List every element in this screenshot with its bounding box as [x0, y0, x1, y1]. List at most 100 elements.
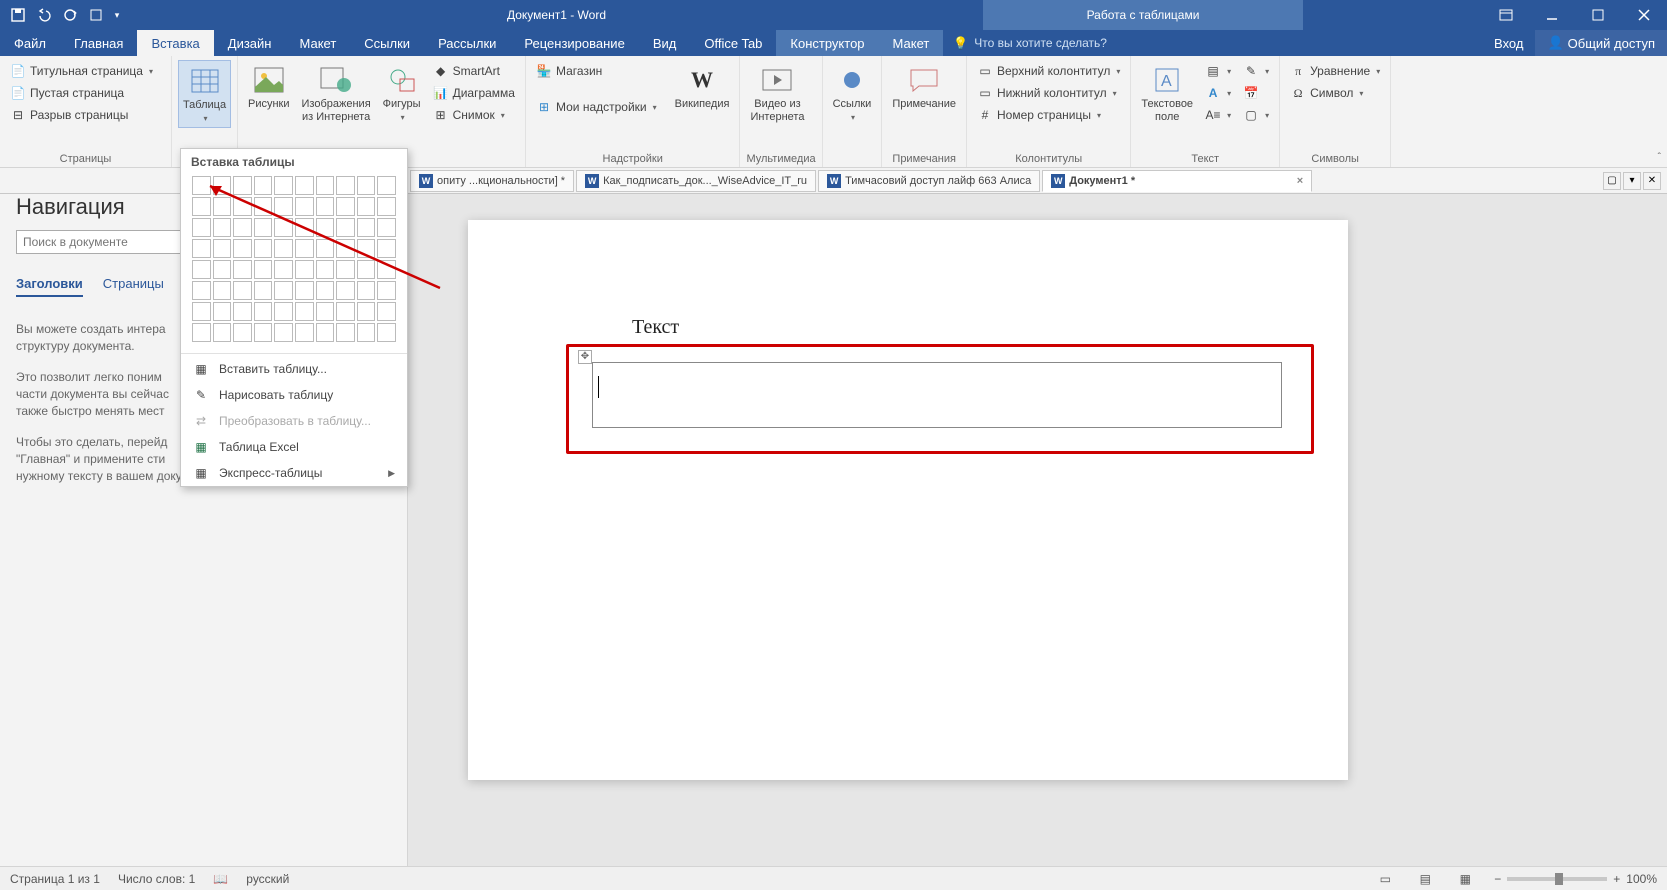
grid-cell[interactable]: [295, 239, 314, 258]
grid-cell[interactable]: [213, 281, 232, 300]
grid-cell[interactable]: [357, 260, 376, 279]
grid-cell[interactable]: [213, 218, 232, 237]
grid-cell[interactable]: [274, 323, 293, 342]
grid-cell[interactable]: [274, 239, 293, 258]
sign-in-button[interactable]: Вход: [1482, 30, 1535, 56]
screenshot-button[interactable]: ⊞Снимок▾: [429, 104, 519, 126]
doctab-4[interactable]: WДокумент1 *×: [1042, 170, 1312, 192]
qat-customize-icon[interactable]: ▾: [110, 3, 124, 27]
tab-review[interactable]: Рецензирование: [510, 30, 638, 56]
ribbon-display-icon[interactable]: [1483, 0, 1529, 30]
grid-cell[interactable]: [233, 239, 252, 258]
web-layout-icon[interactable]: ▦: [1454, 870, 1476, 888]
grid-cell[interactable]: [357, 281, 376, 300]
tab-menu-icon[interactable]: ▾: [1623, 172, 1641, 190]
online-video-button[interactable]: Видео из Интернета: [746, 60, 808, 126]
grid-cell[interactable]: [295, 281, 314, 300]
grid-cell[interactable]: [377, 260, 396, 279]
grid-cell[interactable]: [357, 323, 376, 342]
table-cell[interactable]: [592, 362, 1282, 428]
tab-view[interactable]: Вид: [639, 30, 691, 56]
grid-cell[interactable]: [274, 281, 293, 300]
grid-cell[interactable]: [316, 281, 335, 300]
tab-insert[interactable]: Вставка: [137, 30, 213, 56]
online-pictures-button[interactable]: Изображения из Интернета: [298, 60, 375, 126]
my-addins-button[interactable]: ⊞Мои надстройки▾: [532, 96, 661, 118]
grid-cell[interactable]: [254, 281, 273, 300]
grid-cell[interactable]: [233, 176, 252, 195]
redo-icon[interactable]: [58, 3, 82, 27]
document-area[interactable]: Текст ✥: [408, 194, 1667, 866]
grid-cell[interactable]: [295, 260, 314, 279]
status-language[interactable]: русский: [246, 872, 289, 886]
grid-cell[interactable]: [336, 281, 355, 300]
grid-cell[interactable]: [254, 239, 273, 258]
drop-cap-button[interactable]: A≡▾: [1201, 104, 1235, 126]
grid-cell[interactable]: [213, 260, 232, 279]
grid-cell[interactable]: [336, 260, 355, 279]
close-icon[interactable]: [1621, 0, 1667, 30]
excel-table-item[interactable]: ▦Таблица Excel: [181, 434, 407, 460]
grid-cell[interactable]: [316, 197, 335, 216]
doctab-1[interactable]: Wопиту ...кциональности] *: [410, 170, 574, 192]
grid-cell[interactable]: [316, 323, 335, 342]
grid-cell[interactable]: [192, 239, 211, 258]
grid-cell[interactable]: [274, 260, 293, 279]
tab-constructor[interactable]: Конструктор: [776, 30, 878, 56]
zoom-level[interactable]: 100%: [1626, 872, 1657, 886]
tab-references[interactable]: Ссылки: [350, 30, 424, 56]
grid-cell[interactable]: [357, 239, 376, 258]
grid-cell[interactable]: [233, 218, 252, 237]
insert-table-item[interactable]: ▦Вставить таблицу...: [181, 356, 407, 382]
undo-icon[interactable]: [32, 3, 56, 27]
grid-cell[interactable]: [274, 218, 293, 237]
table-move-handle[interactable]: ✥: [578, 350, 592, 364]
grid-cell[interactable]: [233, 197, 252, 216]
maximize-icon[interactable]: [1575, 0, 1621, 30]
grid-cell[interactable]: [295, 302, 314, 321]
cover-page-button[interactable]: 📄Титульная страница▾: [6, 60, 157, 82]
tab-design[interactable]: Дизайн: [214, 30, 286, 56]
signature-button[interactable]: ✎▾: [1239, 60, 1273, 82]
grid-cell[interactable]: [213, 239, 232, 258]
quick-tables-item[interactable]: ▦Экспресс-таблицы▶: [181, 460, 407, 486]
zoom-out-icon[interactable]: −: [1494, 872, 1501, 886]
grid-cell[interactable]: [213, 323, 232, 342]
quick-parts-button[interactable]: ▤▾: [1201, 60, 1235, 82]
tab-home[interactable]: Главная: [60, 30, 137, 56]
wordart-button[interactable]: A▾: [1201, 82, 1235, 104]
grid-cell[interactable]: [274, 197, 293, 216]
grid-cell[interactable]: [336, 302, 355, 321]
grid-cell[interactable]: [377, 239, 396, 258]
grid-cell[interactable]: [357, 302, 376, 321]
zoom-slider[interactable]: [1507, 877, 1607, 881]
grid-cell[interactable]: [192, 302, 211, 321]
links-button[interactable]: Ссылки▾: [829, 60, 876, 126]
tell-me-search[interactable]: 💡Что вы хотите сделать?: [943, 30, 1117, 56]
store-button[interactable]: 🏪Магазин: [532, 60, 661, 82]
print-layout-icon[interactable]: ▤: [1414, 870, 1436, 888]
grid-cell[interactable]: [316, 260, 335, 279]
grid-cell[interactable]: [377, 281, 396, 300]
comment-button[interactable]: Примечание: [888, 60, 960, 113]
grid-cell[interactable]: [192, 218, 211, 237]
doctab-3[interactable]: WТимчасовий доступ лайф 663 Алиса: [818, 170, 1040, 192]
grid-cell[interactable]: [213, 176, 232, 195]
grid-cell[interactable]: [316, 302, 335, 321]
close-tab-icon[interactable]: ×: [1297, 175, 1303, 187]
read-mode-icon[interactable]: ▭: [1374, 870, 1396, 888]
minimize-icon[interactable]: [1529, 0, 1575, 30]
grid-cell[interactable]: [254, 197, 273, 216]
grid-cell[interactable]: [295, 176, 314, 195]
tab-officetab[interactable]: Office Tab: [690, 30, 776, 56]
datetime-button[interactable]: 📅: [1239, 82, 1273, 104]
share-button[interactable]: 👤Общий доступ: [1535, 30, 1667, 56]
grid-cell[interactable]: [254, 323, 273, 342]
grid-cell[interactable]: [254, 176, 273, 195]
grid-cell[interactable]: [274, 302, 293, 321]
zoom-in-icon[interactable]: +: [1613, 872, 1620, 886]
grid-cell[interactable]: [233, 260, 252, 279]
grid-cell[interactable]: [274, 176, 293, 195]
tab-table-layout[interactable]: Макет: [879, 30, 944, 56]
grid-cell[interactable]: [213, 302, 232, 321]
